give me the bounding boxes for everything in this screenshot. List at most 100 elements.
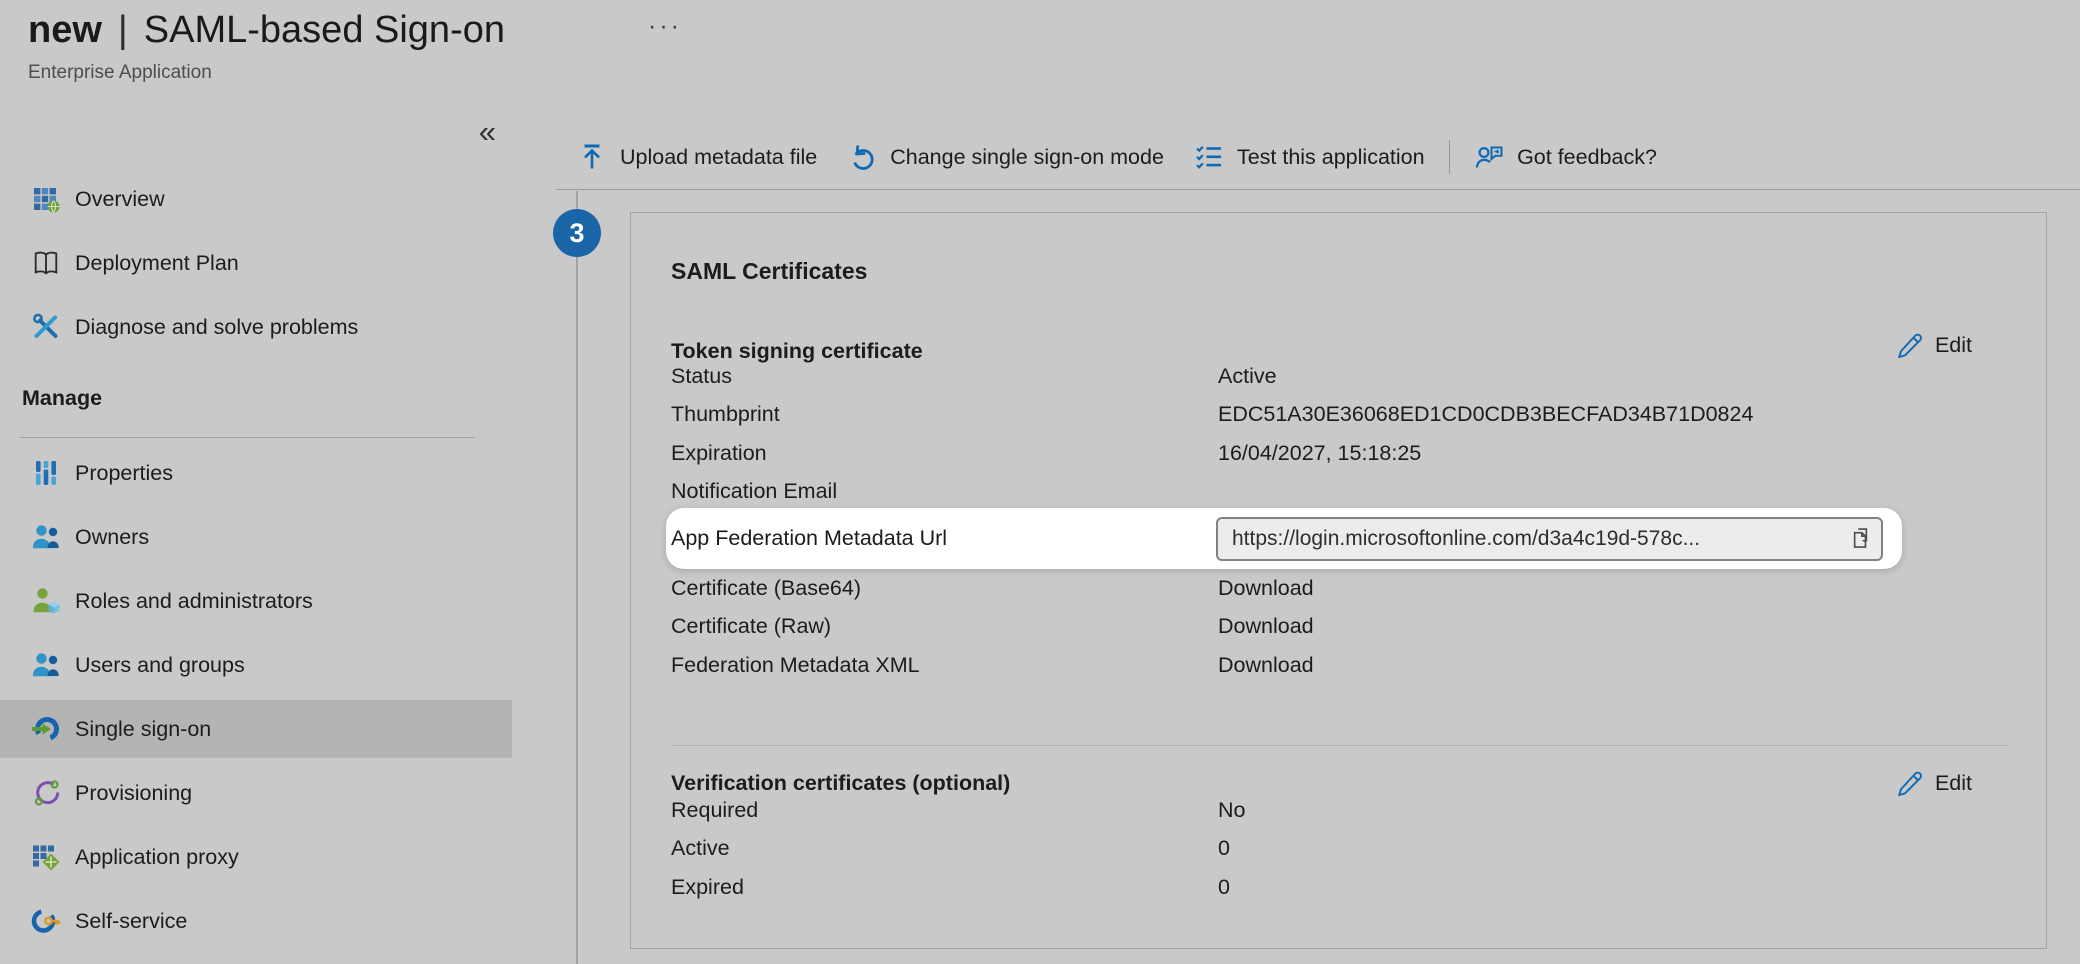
test-application-button[interactable]: Test this application [1179, 134, 1440, 180]
sidebar: « Overview Deployment Plan Diagnose and … [0, 96, 512, 964]
copy-url-button[interactable] [1842, 522, 1878, 556]
status-value: Active [1218, 364, 1277, 389]
row-label: Certificate (Base64) [671, 576, 1218, 601]
section-divider [671, 745, 2008, 746]
got-feedback-button[interactable]: Got feedback? [1459, 134, 1672, 180]
sidebar-manage-list: Properties Owners Roles and administrato… [0, 444, 512, 956]
row-label: App Federation Metadata Url [671, 526, 1216, 551]
toolbar-button-label: Upload metadata file [620, 145, 817, 170]
toolbar-divider [1449, 140, 1451, 174]
row-label: Thumbprint [671, 402, 1218, 427]
page-name: SAML-based Sign-on [144, 6, 505, 54]
thumbprint-row: Thumbprint EDC51A30E36068ED1CD0CDB3BECFA… [671, 396, 2006, 435]
sidebar-general-list: Overview Deployment Plan Diagnose and so… [0, 170, 512, 362]
page-header: new | SAML-based Sign-on Enterprise Appl… [28, 6, 505, 84]
sidebar-item-owners[interactable]: Owners [0, 508, 512, 566]
expired-row: Expired 0 [671, 868, 2006, 907]
active-row: Active 0 [671, 830, 2006, 869]
sidebar-item-label: Self-service [75, 909, 187, 934]
sidebar-item-diagnose[interactable]: Diagnose and solve problems [0, 298, 512, 356]
sidebar-item-label: Application proxy [75, 845, 239, 870]
expired-value: 0 [1218, 875, 1230, 900]
metadata-url-input[interactable] [1216, 517, 1883, 561]
toolbar-button-label: Test this application [1237, 145, 1425, 170]
certificate-raw-row: Certificate (Raw) Download [671, 608, 2006, 647]
row-label: Federation Metadata XML [671, 653, 1218, 678]
certificate-download-rows: Certificate (Base64) Download Certificat… [671, 569, 2006, 685]
row-label: Expiration [671, 441, 1218, 466]
edit-token-signing-button[interactable]: Edit [1895, 331, 1972, 359]
sidebar-divider [20, 437, 475, 438]
page-title: new | SAML-based Sign-on [28, 6, 505, 54]
upload-metadata-file-button[interactable]: Upload metadata file [562, 134, 832, 180]
self-service-icon [30, 905, 62, 937]
required-row: Required No [671, 791, 2006, 830]
properties-icon [30, 457, 62, 489]
sidebar-item-label: Overview [75, 187, 165, 212]
roles-icon [30, 585, 62, 617]
sidebar-item-single-sign-on[interactable]: Single sign-on [0, 700, 512, 758]
required-value: No [1218, 798, 1245, 823]
sidebar-item-properties[interactable]: Properties [0, 444, 512, 502]
upload-icon [577, 142, 607, 172]
download-metadata-xml-link[interactable]: Download [1218, 653, 1314, 678]
thumbprint-value: EDC51A30E36068ED1CD0CDB3BECFAD34B71D0824 [1218, 402, 1753, 427]
sidebar-item-label: Deployment Plan [75, 251, 239, 276]
step-3-badge: 3 [553, 209, 601, 257]
token-signing-rows: Status Active Thumbprint EDC51A30E36068E… [671, 357, 2006, 511]
download-base64-link[interactable]: Download [1218, 576, 1314, 601]
row-label: Expired [671, 875, 1218, 900]
step-rail-line [576, 191, 578, 964]
sidebar-item-label: Provisioning [75, 781, 192, 806]
toolbar-button-label: Got feedback? [1517, 145, 1657, 170]
panel-title: SAML Certificates [671, 258, 867, 285]
sidebar-item-label: Roles and administrators [75, 589, 313, 614]
saml-certificates-panel: SAML Certificates Token signing certific… [630, 212, 2047, 949]
row-label: Notification Email [671, 479, 1218, 504]
diagnose-icon [30, 311, 62, 343]
federation-metadata-xml-row: Federation Metadata XML Download [671, 646, 2006, 685]
page-subtitle: Enterprise Application [28, 62, 505, 84]
copy-icon [1847, 525, 1874, 552]
sidebar-item-application-proxy[interactable]: Application proxy [0, 828, 512, 886]
app-federation-metadata-url-row: App Federation Metadata Url [666, 508, 1902, 569]
verification-rows: Required No Active 0 Expired 0 [671, 791, 2006, 907]
deployment-plan-icon [30, 247, 62, 279]
sidebar-item-users-and-groups[interactable]: Users and groups [0, 636, 512, 694]
row-label: Required [671, 798, 1218, 823]
expiration-value: 16/04/2027, 15:18:25 [1218, 441, 1421, 466]
users-groups-icon [30, 649, 62, 681]
notification-email-row: Notification Email [671, 473, 2006, 512]
toolbar-button-label: Change single sign-on mode [890, 145, 1164, 170]
row-label: Status [671, 364, 1218, 389]
row-label: Active [671, 836, 1218, 861]
change-sso-mode-button[interactable]: Change single sign-on mode [832, 134, 1179, 180]
sidebar-item-self-service[interactable]: Self-service [0, 892, 512, 950]
command-toolbar: Upload metadata file Change single sign-… [556, 125, 2080, 190]
status-row: Status Active [671, 357, 2006, 396]
expiration-row: Expiration 16/04/2027, 15:18:25 [671, 434, 2006, 473]
row-label: Certificate (Raw) [671, 614, 1218, 639]
sidebar-manage-heading: Manage [22, 386, 102, 411]
sidebar-item-label: Single sign-on [75, 717, 211, 742]
single-sign-on-icon [30, 713, 62, 745]
overview-icon [30, 183, 62, 215]
collapse-sidebar-icon[interactable]: « [479, 116, 496, 147]
certificate-base64-row: Certificate (Base64) Download [671, 569, 2006, 608]
feedback-icon [1474, 142, 1504, 172]
checklist-icon [1194, 142, 1224, 172]
download-raw-link[interactable]: Download [1218, 614, 1314, 639]
pencil-icon [1895, 331, 1923, 359]
provisioning-icon [30, 777, 62, 809]
active-value: 0 [1218, 836, 1230, 861]
sidebar-item-label: Properties [75, 461, 173, 486]
sidebar-item-overview[interactable]: Overview [0, 170, 512, 228]
title-separator: | [118, 6, 128, 54]
undo-arrow-icon [847, 142, 877, 172]
sidebar-item-roles[interactable]: Roles and administrators [0, 572, 512, 630]
sidebar-item-provisioning[interactable]: Provisioning [0, 764, 512, 822]
sidebar-item-deployment-plan[interactable]: Deployment Plan [0, 234, 512, 292]
sidebar-item-label: Owners [75, 525, 149, 550]
more-options-icon[interactable]: ··· [648, 14, 682, 39]
application-proxy-icon [30, 841, 62, 873]
